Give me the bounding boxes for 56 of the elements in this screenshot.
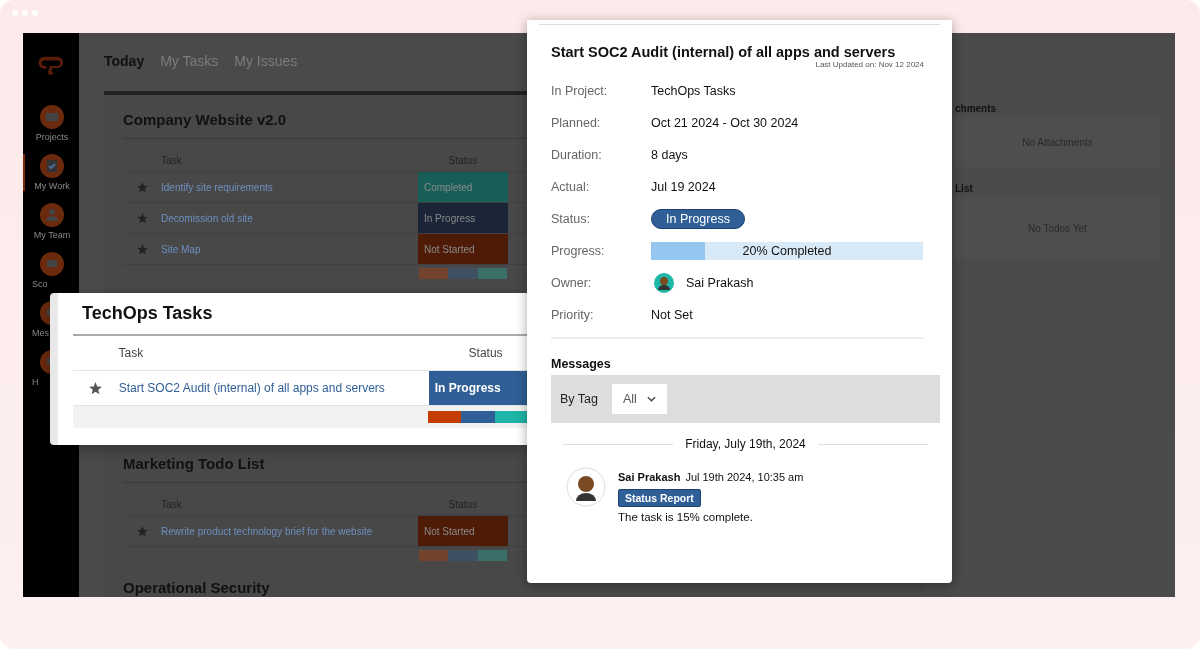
task-link[interactable]: Start SOC2 Audit (internal) of all apps and servers [118,381,385,395]
field-label: Actual: [551,180,591,194]
status-cell: Not Started [418,516,508,546]
date-separator: Friday, July 19th, 2024 [685,437,806,451]
column-header: Task [118,346,145,360]
status-cell: Not Started [418,234,508,264]
sidebar-item[interactable]: Sco [23,252,79,289]
avatar-icon [566,467,606,507]
message-tag: Status Report [618,489,701,507]
message-time: Jul 19th 2024, 10:35 am [685,471,804,483]
column-header: Status [467,345,504,362]
folder-icon [40,105,64,129]
field-value: Not Set [651,308,693,322]
last-updated: Last Updated on: Nov 12 2024 [814,60,925,69]
field-label: Priority: [551,308,595,322]
sidebar-item[interactable]: My Work [23,154,79,191]
status-cell: Completed [418,172,508,202]
sidebar-item[interactable]: Projects [23,105,79,142]
field-value: TechOps Tasks [651,84,736,98]
chevron-down-icon [646,396,656,402]
message-author: Sai Prakash [618,471,681,483]
field-label: Owner: [551,276,593,290]
task-link[interactable]: Rewrite product technology brief for the website [161,525,373,537]
status-badge: In Progress [651,209,745,229]
field-label: In Project: [551,84,609,98]
progress-bar: 20% Completed [651,242,923,260]
field-value: Jul 19 2024 [651,180,716,194]
task-link[interactable]: Site Map [161,243,201,255]
status-cell: In Progress [418,203,508,233]
field-label: Progress: [551,244,606,258]
avatar-icon [654,273,674,293]
star-icon[interactable] [136,181,148,193]
field-value: Oct 21 2024 - Oct 30 2024 [651,116,799,130]
star-icon[interactable] [136,525,148,537]
star-icon[interactable] [136,212,148,224]
message-text: The task is 15% complete. [618,511,754,523]
checkbox-icon [40,154,64,178]
sidebar-item[interactable]: My Team [23,203,79,240]
filter-label: By Tag [560,392,598,406]
star-icon[interactable] [89,381,103,395]
task-link[interactable]: Decomission old site [161,212,253,224]
task-link[interactable]: Identify site requirements [161,181,273,193]
tag-dropdown[interactable]: All [612,384,667,414]
owner-name: Sai Prakash [686,276,754,290]
panel-heading: List [955,183,974,194]
field-label: Status: [551,212,591,226]
panel-heading: chments [955,103,998,114]
tab[interactable]: Today [104,53,145,91]
status-cell: In Progress [428,371,528,405]
task-title: Start SOC2 Audit (internal) of all apps and servers [551,44,897,60]
field-label: Planned: [551,116,602,130]
section-heading: Messages [551,357,612,371]
field-value: 8 days [651,148,688,162]
field-label: Duration: [551,148,603,162]
person-icon [40,203,64,227]
star-icon[interactable] [136,243,148,255]
